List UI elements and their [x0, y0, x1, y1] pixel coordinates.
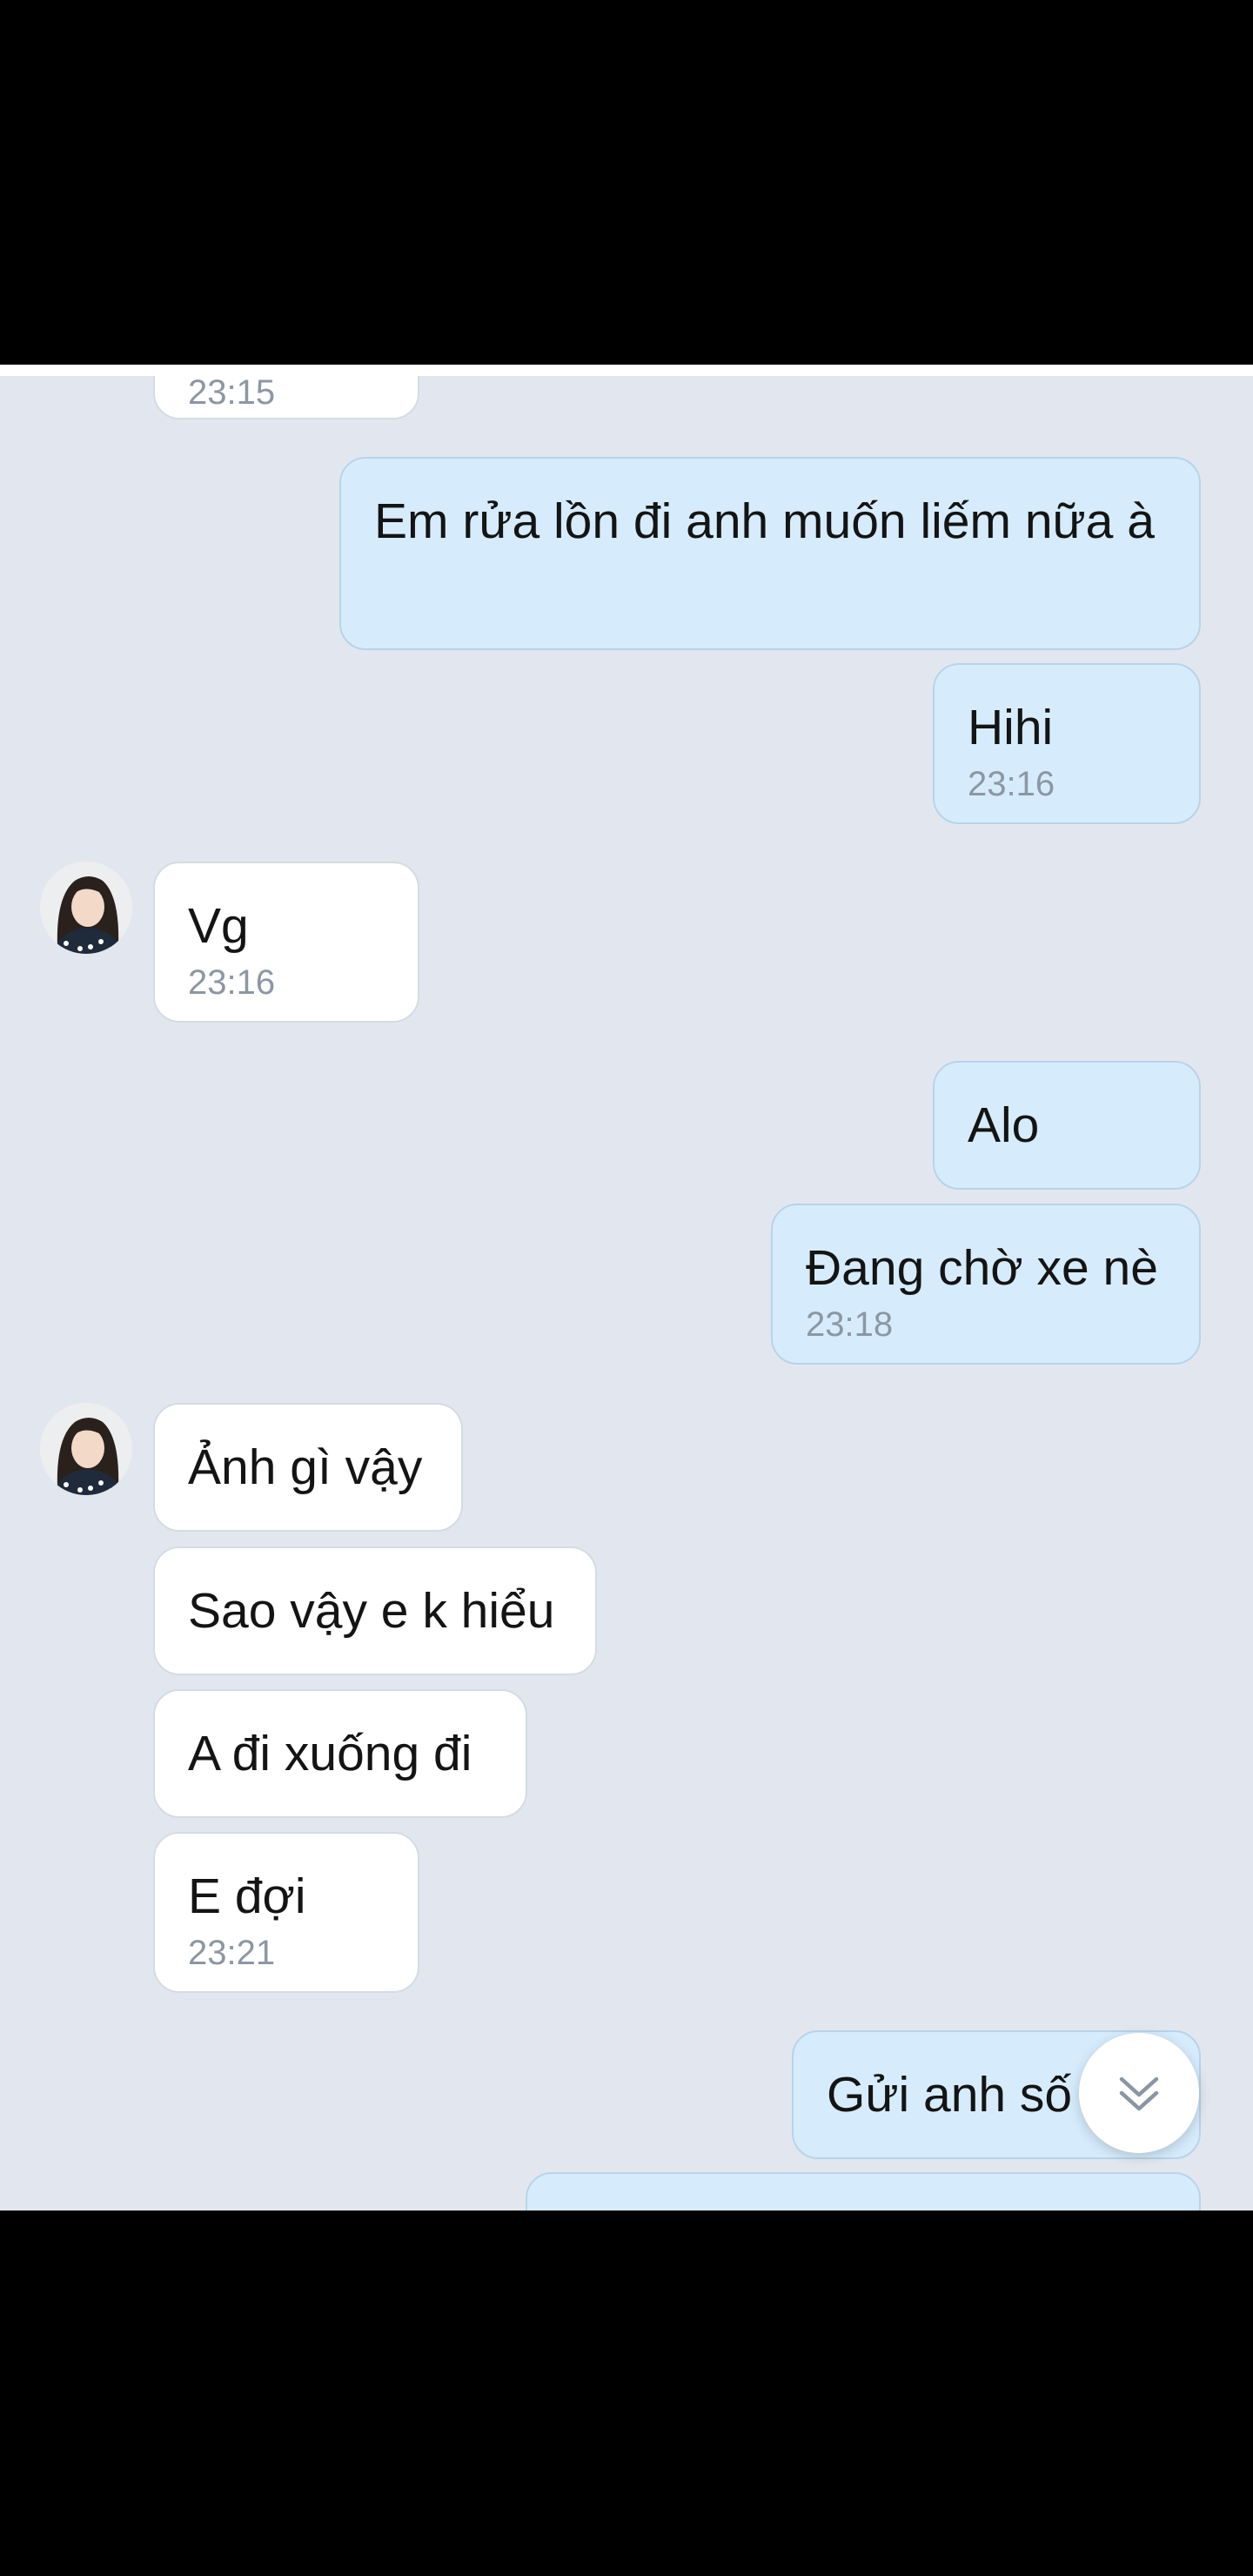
message-timestamp: 23:21 — [188, 1934, 276, 1972]
message-bubble-outgoing[interactable]: Đang chờ xe nè 23:18 — [771, 1204, 1201, 1365]
double-chevron-down-icon — [1119, 2076, 1159, 2111]
message-text: E đợi — [188, 1868, 306, 1924]
message-bubble-outgoing[interactable]: Em rửa lồn đi anh muốn liếm nữa à — [339, 457, 1201, 650]
contact-avatar[interactable] — [40, 1403, 132, 1495]
message-timestamp: 23:18 — [806, 1305, 894, 1344]
message-text: A đi xuống đi — [188, 1726, 472, 1781]
message-text: Alo — [968, 1097, 1040, 1153]
top-divider — [0, 365, 1253, 376]
message-text: Đang chờ xe nè — [806, 1240, 1158, 1296]
scroll-to-bottom-button[interactable] — [1079, 2033, 1199, 2153]
avatar-image — [40, 1403, 132, 1495]
message-bubble-incoming[interactable]: E đợi 23:21 — [153, 1832, 419, 1993]
message-bubble-incoming[interactable]: Sao vậy e k hiểu — [153, 1546, 597, 1675]
message-text: Hihi — [968, 700, 1054, 755]
message-timestamp: 23:15 — [188, 376, 276, 412]
message-bubble-outgoing[interactable]: Hihi 23:16 — [933, 663, 1201, 824]
message-bubble-incoming[interactable]: Vg 23:16 — [153, 862, 419, 1023]
screen: 23:15 Em rửa lồn đi anh muốn liếm nữa à … — [0, 0, 1253, 2576]
message-timestamp: 23:16 — [188, 963, 276, 1002]
message-bubble-incoming[interactable]: A đi xuống đi — [153, 1689, 527, 1818]
message-text: Ảnh gì vậy — [188, 1439, 423, 1495]
message-timestamp: 23:16 — [968, 765, 1055, 803]
message-bubble-outgoing[interactable]: Alo — [933, 1061, 1201, 1190]
message-bubble-outgoing[interactable] — [526, 2172, 1201, 2210]
message-text: Em rửa lồn đi anh muốn liếm nữa à — [374, 493, 1155, 549]
chat-message-list[interactable]: 23:15 Em rửa lồn đi anh muốn liếm nữa à … — [0, 376, 1253, 2210]
message-text: Vg — [188, 898, 249, 954]
message-bubble-incoming[interactable]: 23:15 — [153, 376, 419, 419]
avatar-image — [40, 862, 132, 954]
contact-avatar[interactable] — [40, 862, 132, 954]
message-text: Sao vậy e k hiểu — [188, 1583, 555, 1639]
message-bubble-incoming[interactable]: Ảnh gì vậy — [153, 1403, 463, 1532]
